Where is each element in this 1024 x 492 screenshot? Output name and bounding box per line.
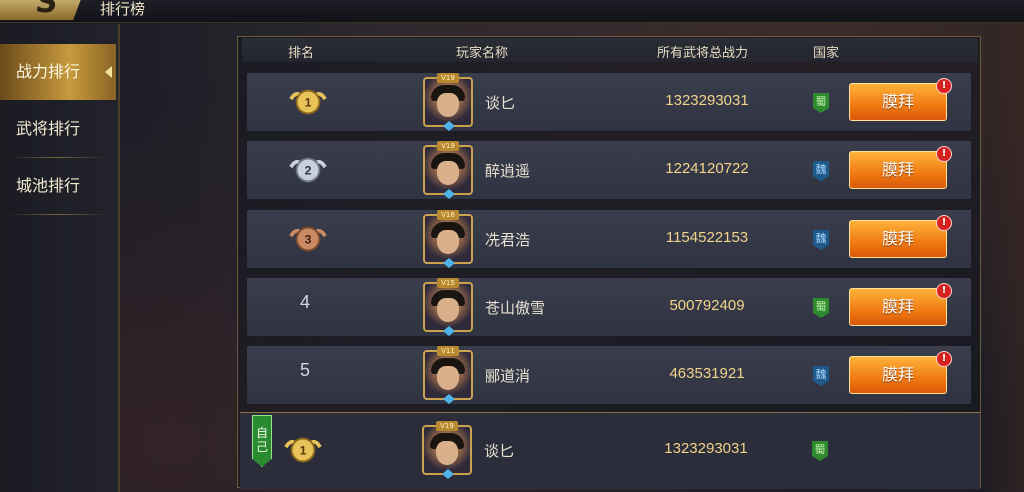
country-badge: 魏 — [813, 230, 829, 250]
total-power: 500792409 — [669, 297, 745, 314]
total-power: 1323293031 — [664, 440, 748, 457]
active-arrow-icon — [105, 66, 112, 78]
table-row: 3 V16 冼君浩 1154522153 魏 膜拜 ! — [246, 209, 972, 269]
player-name: 冼君浩 — [485, 231, 531, 249]
country-badge: 蜀 — [813, 93, 829, 113]
table-row: 2 V19 醉逍遥 1224120722 魏 膜拜 ! — [246, 140, 972, 200]
gem-icon — [442, 469, 454, 479]
avatar[interactable]: V15 — [423, 278, 473, 336]
sidebar-item-label: 武将排行 — [16, 119, 81, 138]
alert-icon: ! — [936, 215, 952, 231]
avatar[interactable]: V19 — [422, 421, 472, 479]
bronze-medal-icon: 3 — [289, 226, 327, 252]
gem-icon — [443, 189, 455, 199]
player-name: 醉逍遥 — [485, 162, 531, 180]
gold-medal-icon: 1 — [284, 437, 322, 463]
worship-button[interactable]: 膜拜 ! — [849, 283, 952, 326]
avatar-face — [437, 93, 459, 117]
worship-button-label: 膜拜 — [881, 160, 914, 179]
total-power: 1224120722 — [665, 160, 749, 177]
gold-medal-icon: 1 — [289, 89, 327, 115]
country-badge: 蜀 — [813, 298, 829, 318]
avatar[interactable]: V19 — [423, 141, 473, 199]
table-row: 1 V19 谈匕 1323293031 蜀 膜拜 ! — [246, 72, 972, 132]
column-header-player: 玩家名称 — [456, 46, 509, 61]
column-header-rank: 排名 — [288, 46, 315, 61]
country-badge: 魏 — [813, 161, 829, 181]
medal-rank-label: 3 — [305, 233, 312, 247]
player-name: 谈匕 — [485, 94, 516, 112]
gem-icon — [443, 121, 455, 131]
country-badge: 魏 — [813, 366, 829, 386]
avatar-face — [437, 366, 459, 390]
avatar-face — [437, 230, 459, 254]
vip-badge: V15 — [437, 278, 459, 288]
worship-button[interactable]: 膜拜 ! — [849, 78, 952, 121]
self-tag: 自己 — [252, 415, 272, 467]
total-power: 463531921 — [669, 365, 745, 382]
total-power: 1323293031 — [665, 92, 749, 109]
table-header: 排名 玩家名称 所有武将总战力 国家 — [242, 38, 978, 62]
medal-rank-label: 2 — [305, 164, 312, 178]
country-badge: 蜀 — [812, 441, 828, 461]
sidebar-item-label: 战力排行 — [16, 62, 81, 81]
gem-icon — [443, 326, 455, 336]
avatar-face — [436, 441, 458, 465]
column-header-power: 所有武将总战力 — [657, 46, 749, 61]
sidebar-item-city-ranking[interactable]: 城池排行 — [0, 158, 116, 214]
worship-button[interactable]: 膜拜 ! — [849, 146, 952, 189]
avatar-face — [437, 161, 459, 185]
top-bar: S 排行榜 — [0, 0, 1024, 23]
worship-button[interactable]: 膜拜 ! — [849, 351, 952, 394]
worship-button[interactable]: 膜拜 ! — [849, 215, 952, 258]
alert-icon: ! — [936, 351, 952, 367]
worship-button-label: 膜拜 — [881, 92, 914, 111]
avatar-face — [437, 298, 459, 322]
self-row: 自己 1 V19 谈匕 1323293031 蜀 — [240, 412, 980, 489]
vip-badge: V19 — [437, 141, 459, 151]
sidebar-item-general-ranking[interactable]: 武将排行 — [0, 101, 116, 157]
worship-button-label: 膜拜 — [881, 229, 914, 248]
table-row: 5 V11 郦道消 463531921 魏 膜拜 ! — [246, 345, 972, 405]
page-title: 排行榜 — [100, 0, 146, 18]
silver-medal-icon: 2 — [289, 157, 327, 183]
total-power: 1154522153 — [665, 229, 749, 246]
medal-rank-label: 1 — [305, 96, 312, 110]
avatar[interactable]: V19 — [423, 73, 473, 131]
sidebar: 战力排行 武将排行 城池排行 — [0, 24, 120, 492]
gem-icon — [443, 258, 455, 268]
avatar[interactable]: V16 — [423, 210, 473, 268]
vip-badge: V11 — [437, 346, 459, 356]
alert-icon: ! — [936, 146, 952, 162]
sidebar-item-label: 城池排行 — [16, 176, 81, 195]
vip-badge: V19 — [436, 421, 458, 431]
worship-button-label: 膜拜 — [881, 297, 914, 316]
player-name: 苍山傲雪 — [485, 299, 546, 317]
rank-number: 5 — [299, 360, 310, 380]
player-name: 郦道消 — [485, 367, 531, 385]
alert-icon: ! — [936, 283, 952, 299]
avatar[interactable]: V11 — [423, 346, 473, 404]
alert-icon: ! — [936, 78, 952, 94]
vip-badge: V16 — [437, 210, 459, 220]
player-name: 谈匕 — [484, 442, 515, 460]
sidebar-item-power-ranking[interactable]: 战力排行 — [0, 44, 116, 100]
rank-number: 4 — [299, 292, 310, 312]
table-row: 4 V15 苍山傲雪 500792409 蜀 膜拜 ! — [246, 277, 972, 337]
divider — [8, 214, 108, 215]
worship-button-label: 膜拜 — [881, 365, 914, 384]
logo-badge: S — [0, 0, 86, 20]
gem-icon — [443, 394, 455, 404]
column-header-country: 国家 — [813, 46, 840, 61]
medal-rank-label: 1 — [300, 444, 307, 458]
vip-badge: V19 — [437, 73, 459, 83]
background-decor — [984, 24, 1024, 492]
